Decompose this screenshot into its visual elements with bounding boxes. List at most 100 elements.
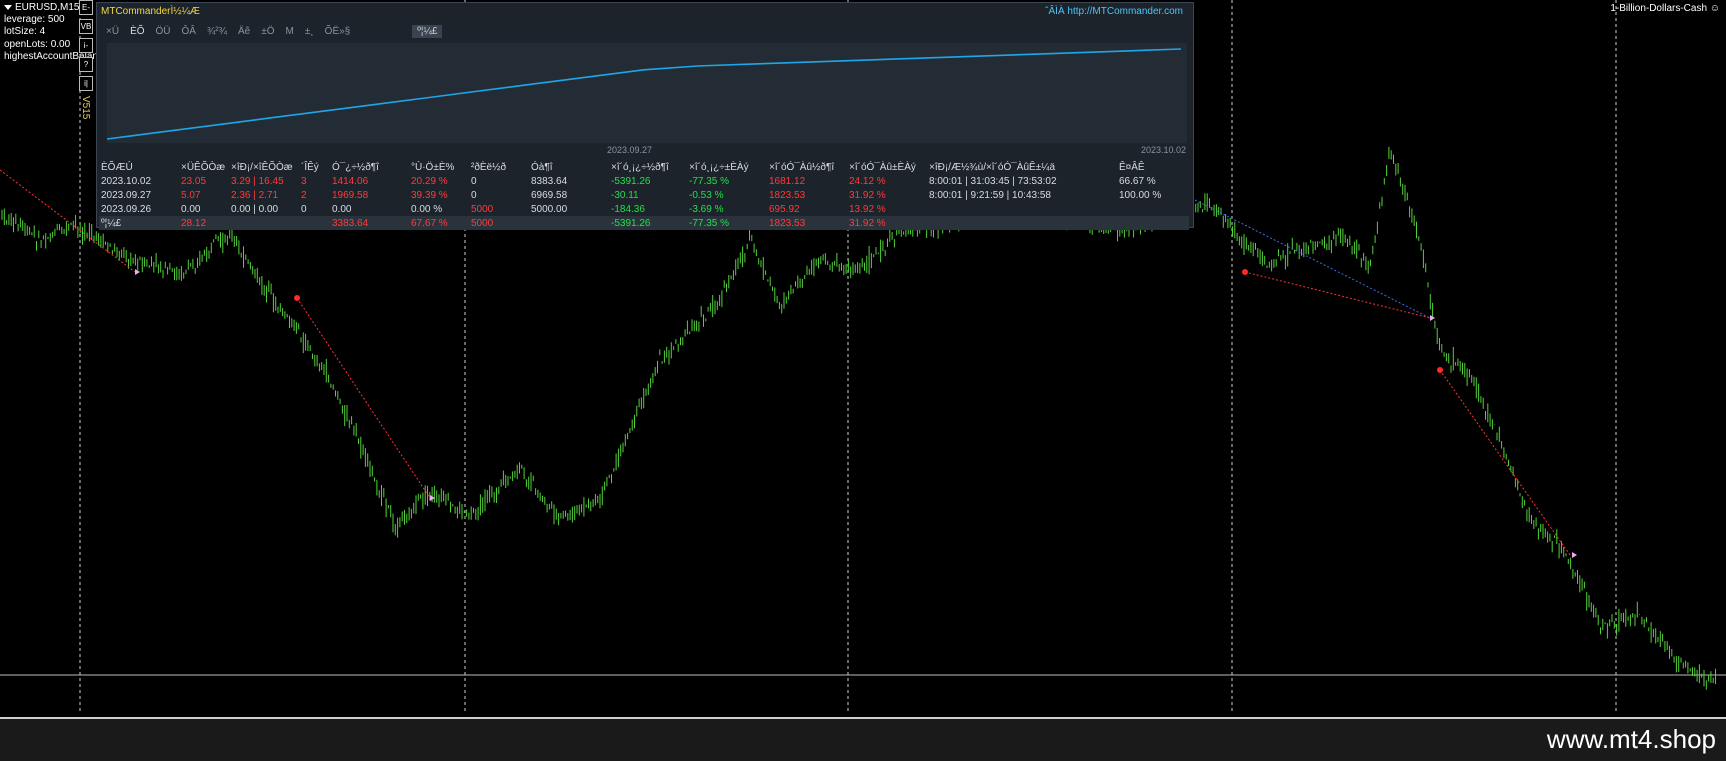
table-cell: 2023.09.26 [101,203,152,215]
side-toolbar: E- VB i- ? i| [79,0,93,95]
tab-plus-minus[interactable]: ±¸ [300,25,319,38]
table-cell: -184.36 [611,203,645,215]
header-cell: ÈÕÆÚ [101,161,133,173]
table-cell: 0.00 | 0.00 [231,203,279,215]
table-cell: 2023.10.02 [101,175,152,187]
table-cell: 5.07 [181,189,201,201]
table-cell: 3383.64 [330,216,409,230]
header-cell: ×îÐ¡/Æ½¾ù/×î´óÓ¯ÀûÊ±¼ä [929,161,1056,173]
header-cell: ´ÎÊý [301,161,319,173]
table-cell: 0 [301,203,307,215]
toolbar-button-3[interactable]: i- [79,38,93,53]
table-cell [1117,202,1189,216]
header-cell: °Ù·Ö±È% [411,161,455,173]
trade-line [1194,199,1431,319]
toolbar-button-4[interactable]: ? [79,57,93,72]
footer-bar: www.mt4.shop [0,717,1726,761]
table-cell: 1823.53 [767,216,847,230]
table-cell: 2.36 | 2.71 [231,189,279,201]
table-row[interactable]: 2023.10.02 23.05 3.29 | 16.45 3 1414.06 … [99,174,1189,188]
toolbar-button-1[interactable]: E- [79,0,93,15]
header-cell: ×î´óÓ¯Àû±ÈÀý [849,161,916,173]
table-cell [299,216,330,230]
trade-line [1244,271,1431,319]
table-cell: 6969.58 [531,189,568,201]
brand-label: 1-Billion-Dollars-Cash ☺ [1610,3,1720,14]
tab-quarterly[interactable]: ¾²¾ [202,25,232,38]
table-cell [529,216,609,230]
table-cell: 5000 [471,203,494,215]
table-cell [1117,216,1189,230]
trade-entry-marker [1242,269,1248,275]
panel-title: MTCommanderÌ½¼Æ [101,6,200,17]
trade-line [296,297,431,499]
table-cell: 31.92 % [847,216,927,230]
header-cell: Óà¶î [531,161,553,173]
table-cell: 20.29 % [411,175,448,187]
table-cell [229,216,299,230]
table-cell: 3.29 | 16.45 [231,175,284,187]
table-cell: 0.00 [332,203,352,215]
table-cell [927,202,1117,216]
table-cell: -77.35 % [687,216,767,230]
header-cell: ×î´óÓ¯Àû½ð¶î [769,161,835,173]
total-row[interactable]: º¦¼£ 28.12 3383.64 67.67 % 5000 -5391.26… [99,216,1189,230]
stats-table: ÈÕÆÚ ×ÜÊÕÒæ ×îÐ¡/×îÊÕÒæ ´ÎÊý Ó¯¿÷½ð¶î °Ù… [99,160,1189,230]
trade-entry-marker [294,295,300,301]
table-cell: 8:00:01 | 31:03:45 | 73:53:02 [929,175,1057,187]
table-cell: 1969.58 [332,189,369,201]
table-cell: 1681.12 [769,175,806,187]
header-cell: ²ðÈë½ð [471,161,507,173]
header-cell: Ê¤ÂÊ [1119,161,1145,173]
header-cell: Ó¯¿÷½ð¶î [332,161,379,173]
table-cell: 8383.64 [531,175,568,187]
table-cell: 100.00 % [1119,189,1162,201]
tab-m[interactable]: M [281,25,299,38]
equity-line [106,48,1182,140]
tab-total[interactable]: ×Ü [101,25,124,38]
toolbar-button-2[interactable]: VB [79,19,93,34]
header-cell: ×î´ó¸¡¿÷±ÈÀý [689,161,749,173]
table-cell: -5391.26 [609,216,687,230]
table-cell: 0.00 % [411,203,443,215]
table-cell: 13.92 % [849,203,886,215]
tab-yearly[interactable]: Äê [233,25,255,38]
table-cell: 0 [471,175,477,187]
table-cell [927,216,1117,230]
table-row[interactable]: 2023.09.27 5.07 2.36 | 2.71 2 1969.58 39… [99,188,1189,202]
tab-account[interactable]: ÕË»§ [320,25,356,38]
table-cell: 39.39 % [411,189,448,201]
equity-curve [106,48,1182,140]
table-cell: 1823.53 [769,189,806,201]
table-cell: 695.92 [769,203,800,215]
trade-entry-marker [1437,367,1443,373]
tab-daily[interactable]: ÈÕ [125,25,149,38]
table-cell: -30.11 [611,189,639,201]
tab-monthly[interactable]: ÔÂ [177,25,201,38]
panel-tabs: ×Ü ÈÕ ÖÜ ÔÂ ¾²¾ Äê ±Ö M ±¸ ÕË»§ º¦¼£ [101,25,443,41]
tab-history[interactable]: º¦¼£ [412,25,443,38]
equity-x-label-1: 2023.09.27 [607,145,653,155]
version-label: V515 [80,96,91,120]
table-row[interactable]: 2023.09.26 0.00 0.00 | 0.00 0 0.00 0.00 … [99,202,1189,216]
footer-site-label: www.mt4.shop [1546,724,1716,754]
table-cell: 28.12 [179,216,229,230]
table-cell: -77.35 % [689,175,730,187]
table-cell: 0.00 [181,203,201,215]
tab-position[interactable]: ±Ö [256,25,279,38]
header-cell: ×îÐ¡/×îÊÕÒæ [231,161,293,173]
website-link[interactable]: ˆÂÌÀ http://MTCommander.com [1045,6,1183,17]
table-cell: 1414.06 [332,175,369,187]
toolbar-button-5[interactable]: i| [79,76,93,91]
table-cell: 3 [301,175,307,187]
table-cell: -3.69 % [689,203,724,215]
table-cell: -0.53 % [689,189,724,201]
table-cell: 31.92 % [849,189,886,201]
trade-line [1439,369,1571,556]
table-cell: 2 [301,189,307,201]
table-header: ÈÕÆÚ ×ÜÊÕÒæ ×îÐ¡/×îÊÕÒæ ´ÎÊý Ó¯¿÷½ð¶î °Ù… [99,160,1189,174]
table-cell: 23.05 [181,175,207,187]
table-cell: -5391.26 [611,175,651,187]
tab-weekly[interactable]: ÖÜ [151,25,176,38]
header-cell: ×î´ó¸¡¿÷½ð¶î [611,161,669,173]
